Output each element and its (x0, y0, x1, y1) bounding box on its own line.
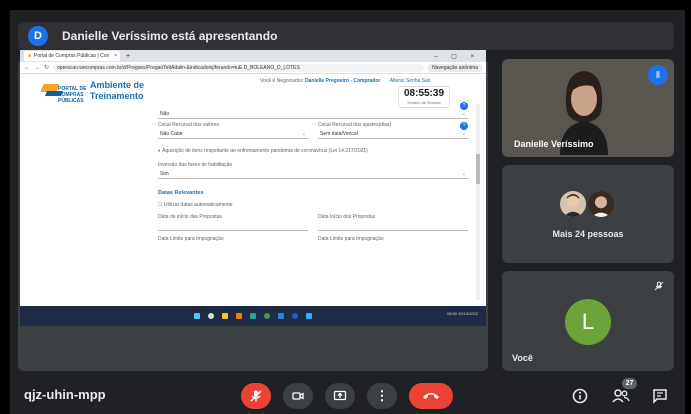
taskbar-app-icon (306, 313, 312, 319)
top-select: Não ⌄ (158, 111, 468, 119)
taskbar-clock: 08:55 10/10/2022 (446, 311, 478, 316)
shared-screen: ■ Portal de Compras Públicas | Con × + –… (20, 50, 486, 326)
windows-start-icon (194, 313, 200, 319)
label-data-inicio: Data de início das Propostas (158, 214, 222, 220)
page-scroll-thumb (476, 154, 480, 184)
mic-off-icon (654, 281, 664, 293)
toggle-icon: ◐ (158, 148, 162, 154)
people-button[interactable] (612, 388, 630, 407)
label-limite-impugnacao: Data Limite para Impugnação (158, 236, 224, 242)
help-icon: ? (460, 122, 468, 130)
more-participants-tile[interactable]: Mais 24 pessoas (502, 165, 674, 263)
input-inicio-pregao (318, 222, 468, 231)
check-auto-dates: ☐ Utilizar datas automaticamente (158, 202, 233, 208)
mic-toggle-button[interactable] (241, 383, 271, 409)
section-datas: Datas Relevantes (158, 190, 204, 196)
label-aquisicao: ◐ Aquisição de itens respeitante ao enfr… (158, 148, 368, 154)
web-page: PORTAL DE COMPRAS PÚBLICAS Ambiente de T… (20, 74, 486, 306)
chevron-down-icon: ⌄ (461, 171, 466, 177)
participant-avatar (586, 189, 616, 219)
mic-off-icon (250, 390, 262, 402)
clock-caption: Horário de Brasília (407, 100, 441, 105)
camera-icon (292, 392, 304, 400)
address-bar: operacao.wecompras.com.br/d/Pregoes/Preg… (53, 63, 425, 72)
people-icon (612, 389, 630, 403)
chat-icon (653, 389, 667, 404)
user-name: Danielle Pregoeiro - Comprador (305, 78, 381, 84)
more-options-button[interactable]: ⋮ (367, 383, 397, 409)
screen-border (685, 0, 691, 414)
taskbar-app-icon (292, 313, 298, 319)
presenter-name: Danielle Veríssimo (514, 139, 594, 149)
present-screen-button[interactable] (325, 383, 355, 409)
people-count-badge: 27 (622, 378, 637, 389)
reload-icon: ↻ (44, 65, 50, 71)
present-screen-icon (333, 390, 347, 401)
select-inversao: Sim ⌄ (158, 171, 468, 179)
presenter-video-tile[interactable]: ⦀ Danielle Veríssimo (502, 59, 674, 157)
meeting-code: qjz-uhin-mpp (24, 387, 106, 402)
browser-tab: ■ Portal de Compras Públicas | Con × (24, 51, 120, 61)
chevron-down-icon: ⌄ (301, 131, 306, 137)
info-icon (572, 388, 588, 404)
help-icon: ? (460, 102, 468, 110)
incognito-badge: Navegação anônima (428, 63, 482, 72)
self-video-tile[interactable]: L Você (502, 271, 674, 371)
back-icon: ← (24, 64, 30, 71)
screen-border (0, 0, 10, 414)
user-line: Você é Negociador: Danielle Pregoeiro - … (260, 78, 431, 84)
screen-border (0, 0, 691, 10)
hang-up-icon (423, 393, 439, 399)
camera-toggle-button[interactable] (283, 383, 313, 409)
taskbar-whatsapp-icon (264, 313, 270, 319)
page-scrollbar (476, 104, 480, 300)
clock-time: 08:55:39 (403, 88, 445, 99)
tab-close-icon: × (114, 53, 117, 59)
select-recurso: Não Cabe ⌄ (158, 131, 308, 139)
forward-icon: → (34, 64, 40, 71)
leave-call-button[interactable] (409, 383, 453, 409)
taskbar-folder-icon (236, 313, 242, 319)
new-tab-icon: + (126, 52, 131, 60)
taskbar-app-icon (250, 313, 256, 319)
window-controls: – ▢ × (434, 53, 480, 60)
label-inicio-pregao: Data Início dos Propostas (318, 214, 376, 220)
label-recurso: Cocal Recursal dos valores (158, 122, 219, 128)
more-participants-label: Mais 24 pessoas (552, 229, 624, 239)
tab-title: Portal de Compras Públicas | Con (34, 53, 110, 59)
label-ajustes: Cocal Recursal dos ajustes(dias) (318, 122, 392, 128)
chevron-down-icon: ⌄ (461, 111, 466, 117)
checkbox-icon: ☐ (158, 202, 163, 208)
taskbar-app-icon (278, 313, 284, 319)
logo-text: PORTAL DE COMPRAS PÚBLICAS (58, 86, 87, 104)
participant-avatar (558, 189, 588, 219)
portal-logo: PORTAL DE COMPRAS PÚBLICAS (40, 82, 86, 104)
presenter-avatar: D (28, 26, 48, 46)
speaking-indicator-icon: ⦀ (648, 65, 668, 85)
clock-widget: 08:55:39 Horário de Brasília (398, 86, 450, 108)
meeting-info-button[interactable] (572, 388, 588, 407)
chat-button[interactable] (652, 388, 668, 407)
self-name: Você (512, 353, 533, 363)
form-area: Não ⌄ ? Cocal Recursal dos valores Não Ca… (144, 102, 474, 306)
environment-title: Ambiente de Treinamento (90, 80, 145, 101)
user-links: Alterar Senha Sair (389, 78, 431, 84)
presenting-text: Danielle Veríssimo está apresentando (62, 29, 278, 43)
browser-address-row: ← → ↻ operacao.wecompras.com.br/d/Pregoe… (20, 62, 486, 74)
input-data-inicio (158, 222, 308, 231)
select-ajustes: Sem data/Vencal ⌄ (318, 131, 468, 139)
tab-favicon-icon: ■ (28, 53, 32, 59)
taskbar-search-icon (208, 313, 214, 319)
self-avatar: L (565, 299, 611, 345)
chevron-down-icon: ⌄ (461, 131, 466, 137)
browser-tab-strip: ■ Portal de Compras Públicas | Con × + –… (20, 50, 486, 62)
presenting-banner: D Danielle Veríssimo está apresentando (18, 22, 674, 50)
label-limite-esclarecimento: Data Limite para Impugnação (318, 236, 384, 242)
taskbar-chrome-icon (222, 313, 228, 319)
label-inversao: Inversão das fases de habilitação (158, 162, 233, 168)
os-taskbar: 08:55 10/10/2022 (20, 306, 486, 326)
more-vert-icon: ⋮ (375, 388, 389, 403)
